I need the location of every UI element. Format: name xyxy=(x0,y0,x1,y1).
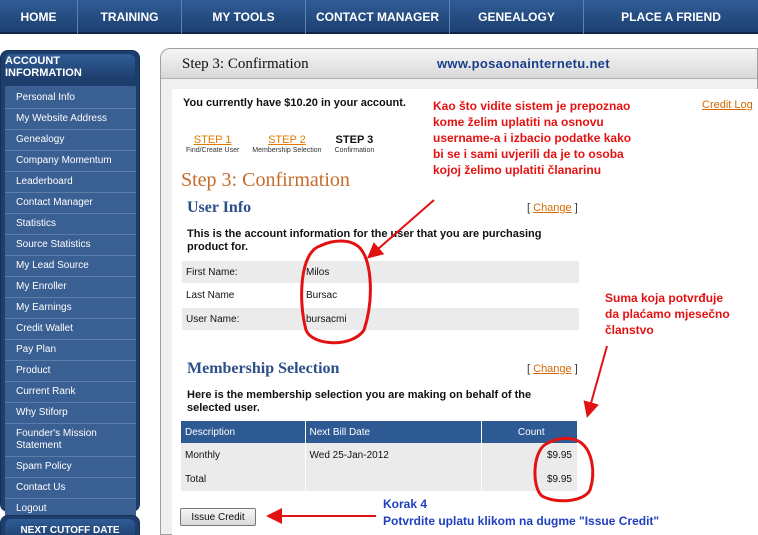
user-info-title: User Info xyxy=(187,199,252,216)
row-next-bill-date: Wed 25-Jan-2012 xyxy=(305,443,482,467)
annotation-line: bi se i sami uvjerili da je to osoba xyxy=(433,147,624,161)
membership-table-header: Description Next Bill Date Count xyxy=(181,421,578,443)
sidebar-item-my-lead-source[interactable]: My Lead Source xyxy=(5,256,136,277)
annotation-line: kome želim uplatiti na osnovu xyxy=(433,115,604,129)
sidebar-item-genealogy[interactable]: Genealogy xyxy=(5,130,136,151)
annotation-step4-text: Potvrdite uplatu klikom na dugme "Issue … xyxy=(383,514,660,528)
sidebar-item-source-statistics[interactable]: Source Statistics xyxy=(5,235,136,256)
annotation-sum: Suma koja potvrđuje da plaćamo mjesečno … xyxy=(605,290,730,338)
sidebar-item-leaderboard[interactable]: Leaderboard xyxy=(5,172,136,193)
first-name-row: First Name: Milos xyxy=(182,261,579,283)
membership-description: Here is the membership selection you are… xyxy=(187,389,532,414)
last-name-value: Bursac xyxy=(306,289,338,301)
membership-title: Membership Selection xyxy=(187,360,340,377)
row-count: $9.95 xyxy=(481,443,578,467)
sidebar-item-my-earnings[interactable]: My Earnings xyxy=(5,298,136,319)
user-name-value: bursacmi xyxy=(306,313,347,325)
sidebar-item-my-enroller[interactable]: My Enroller xyxy=(5,277,136,298)
step-1-label[interactable]: STEP 1 xyxy=(186,134,239,146)
table-row: Monthly Wed 25-Jan-2012 $9.95 xyxy=(181,443,578,467)
step-3: STEP 3 Confirmation xyxy=(335,134,375,154)
membership-table: Description Next Bill Date Count Monthly… xyxy=(181,421,578,491)
first-name-value: Milos xyxy=(306,266,330,278)
sidebar-item-personal-info[interactable]: Personal Info xyxy=(5,88,136,109)
first-name-label: First Name: xyxy=(186,266,238,278)
sidebar: ACCOUNT INFORMATION Personal Info My Webs… xyxy=(0,50,140,520)
total-label: Total xyxy=(181,467,306,491)
sidebar-item-why-stiforp[interactable]: Why Stiforp xyxy=(5,403,136,424)
last-name-label: Last Name xyxy=(186,289,235,301)
user-name-label: User Name: xyxy=(186,313,240,325)
nav-contact-manager[interactable]: CONTACT MANAGER xyxy=(306,0,450,34)
total-date xyxy=(305,467,482,491)
watermark: www.posaonainternetu.net xyxy=(437,56,610,71)
next-cutoff-panel: NEXT CUTOFF DATE xyxy=(0,515,140,535)
sidebar-item-spam-policy[interactable]: Spam Policy xyxy=(5,457,136,478)
confirmation-heading: Step 3: Confirmation xyxy=(181,169,350,191)
sidebar-item-founder-s-mission-statement[interactable]: Founder's Mission Statement xyxy=(5,424,136,457)
last-name-row: Last Name Bursac xyxy=(182,284,579,306)
panel-title: Step 3: Confirmation xyxy=(182,56,309,72)
annotation-step4-title: Korak 4 xyxy=(383,497,428,511)
user-name-row: User Name: bursacmi xyxy=(182,308,579,330)
step-2[interactable]: STEP 2 Membership Selection xyxy=(252,134,321,154)
total-count: $9.95 xyxy=(481,467,578,491)
nav-genealogy[interactable]: GENEALOGY xyxy=(450,0,584,34)
annotation-recognition: Kao što vidite sistem je prepoznao kome … xyxy=(433,98,631,178)
nav-home[interactable]: HOME xyxy=(0,0,78,34)
user-info-description: This is the account information for the … xyxy=(187,228,542,253)
user-info-change: [ Change ] xyxy=(527,202,578,214)
sidebar-item-product[interactable]: Product xyxy=(5,361,136,382)
next-cutoff-title: NEXT CUTOFF DATE xyxy=(5,519,135,535)
step-indicator: STEP 1 Find/Create User STEP 2 Membershi… xyxy=(186,134,387,154)
sidebar-item-contact-manager[interactable]: Contact Manager xyxy=(5,193,136,214)
step-3-sub: Confirmation xyxy=(334,147,375,154)
membership-change-link[interactable]: Change xyxy=(533,363,572,375)
step-2-label[interactable]: STEP 2 xyxy=(252,134,321,146)
table-row: Total $9.95 xyxy=(181,467,578,491)
step-3-label: STEP 3 xyxy=(335,134,374,146)
sidebar-item-company-momentum[interactable]: Company Momentum xyxy=(5,151,136,172)
page: HOME TRAINING MY TOOLS CONTACT MANAGER GENEA… xyxy=(0,0,758,535)
sidebar-menu: Personal Info My Website Address Genealogy… xyxy=(5,86,136,520)
annotation-line: Kao što vidite sistem je prepoznao xyxy=(433,99,631,113)
top-navigation: HOME TRAINING MY TOOLS CONTACT MANAGER GENEA… xyxy=(0,0,758,34)
panel-titlebar: Step 3: Confirmation www.posaonainternet… xyxy=(161,49,757,79)
sidebar-item-current-rank[interactable]: Current Rank xyxy=(5,382,136,403)
issue-credit-button[interactable]: Issue Credit xyxy=(180,508,256,526)
col-next-bill-date: Next Bill Date xyxy=(305,421,482,443)
annotation-line: kojoj želimo uplatiti članarinu xyxy=(433,163,602,177)
annotation-line: članstvo xyxy=(605,323,654,337)
annotation-line: username-a i izbacio podatke kako xyxy=(433,131,632,145)
sidebar-item-pay-plan[interactable]: Pay Plan xyxy=(5,340,136,361)
col-count: Count xyxy=(481,421,578,443)
sidebar-item-contact-us[interactable]: Contact Us xyxy=(5,478,136,499)
nav-my-tools[interactable]: MY TOOLS xyxy=(182,0,306,34)
step-1[interactable]: STEP 1 Find/Create User xyxy=(186,134,239,154)
user-info-change-link[interactable]: Change xyxy=(533,202,572,214)
sidebar-title: ACCOUNT INFORMATION xyxy=(5,54,135,80)
nav-place-a-friend[interactable]: PLACE A FRIEND xyxy=(584,0,758,34)
sidebar-item-statistics[interactable]: Statistics xyxy=(5,214,136,235)
credit-log-link[interactable]: Credit Log xyxy=(702,99,753,111)
col-description: Description xyxy=(181,421,306,443)
row-description: Monthly xyxy=(181,443,306,467)
annotation-line: da plaćamo mjesečno xyxy=(605,307,730,321)
nav-training[interactable]: TRAINING xyxy=(78,0,182,34)
sidebar-item-my-website-address[interactable]: My Website Address xyxy=(5,109,136,130)
membership-change: [ Change ] xyxy=(527,363,578,375)
step-2-sub: Membership Selection xyxy=(252,147,322,154)
step-1-sub: Find/Create User xyxy=(186,147,240,154)
annotation-line: Suma koja potvrđuje xyxy=(605,291,724,305)
sidebar-item-credit-wallet[interactable]: Credit Wallet xyxy=(5,319,136,340)
account-balance: You currently have $10.20 in your accoun… xyxy=(183,97,406,109)
